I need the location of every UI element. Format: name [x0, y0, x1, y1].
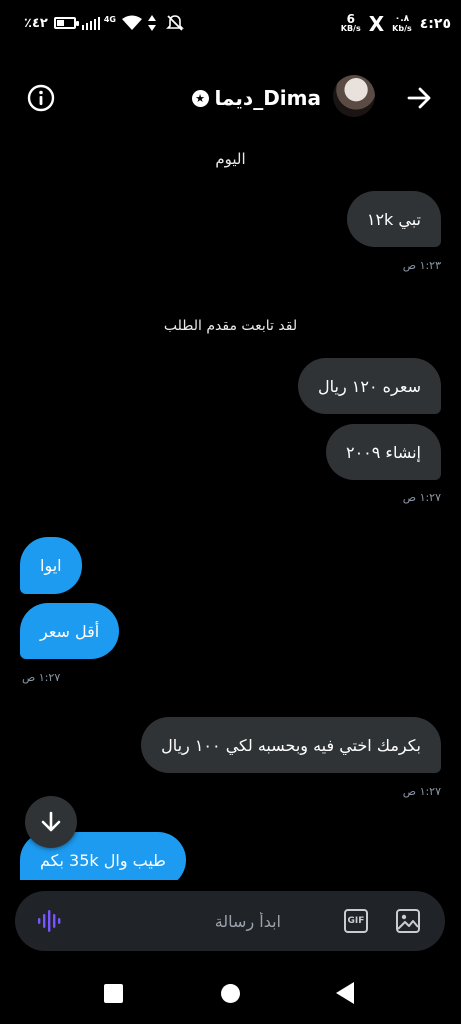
message-composer: GIF [15, 891, 445, 951]
message-bubble-sent[interactable]: إنشاء ٢٠٠٩ [325, 424, 441, 480]
battery-icon [53, 17, 79, 29]
message-timestamp: ١:٢٣ ص [402, 259, 441, 272]
net-speed-a-unit: KB/s [340, 24, 361, 33]
battery-percent: ٪٤٢ [24, 15, 48, 31]
message-timestamp: ١:٢٧ ص [22, 671, 61, 684]
net-speed-a: 6 KB/s [340, 12, 361, 33]
gif-icon[interactable]: GIF [344, 909, 368, 933]
wifi-icon [121, 15, 142, 30]
net-speed-b-unit: Kb/s [392, 24, 412, 33]
arrow-down-icon [41, 811, 61, 832]
date-separator: اليوم [215, 150, 246, 168]
system-nav-bar [0, 970, 461, 1020]
recents-icon[interactable] [104, 984, 123, 1003]
home-icon[interactable] [221, 984, 240, 1003]
conversation-header: ★ ديما_Dima [0, 70, 461, 126]
status-left: ٪٤٢ 4G [24, 14, 184, 32]
message-timestamp: ١:٢٧ ص [402, 491, 441, 504]
message-bubble-received[interactable]: ايوا [20, 537, 82, 594]
clock: ٤:٢٥ [419, 16, 451, 32]
avatar[interactable] [333, 75, 375, 117]
voice-message-icon[interactable] [37, 910, 61, 932]
verified-badge-icon: ★ [191, 89, 209, 107]
contact-name: ديما_Dima [214, 86, 322, 110]
net-speed-b-value: ٠.٨ [394, 14, 410, 24]
message-timestamp: ١:٢٧ ص [402, 785, 441, 798]
mute-bell-icon [166, 15, 184, 31]
info-icon[interactable] [26, 83, 56, 113]
net-speed-b: ٠.٨ Kb/s [392, 14, 412, 34]
message-input[interactable] [75, 905, 281, 937]
message-bubble-sent[interactable]: تبي ١٢k [346, 191, 441, 247]
message-bubble-received[interactable]: أقل سعر [20, 603, 120, 659]
message-bubble-sent[interactable]: بكرمك اختي فيه وبحسبه لكي ١٠٠ ريال [141, 717, 441, 773]
data-arrows-icon [147, 15, 156, 31]
system-note: لقد تابعت مقدم الطلب [163, 318, 298, 334]
back-arrow-icon[interactable] [405, 84, 433, 112]
status-bar: ٪٤٢ 4G 6 KB/s X ٠.٨ Kb/s ٤:٢٥ [0, 0, 461, 50]
signal-icon [81, 17, 100, 30]
conversation-title[interactable]: ★ ديما_Dima [191, 86, 322, 110]
status-right: 6 KB/s X ٠.٨ Kb/s ٤:٢٥ [341, 12, 451, 36]
message-bubble-sent[interactable]: سعره ١٢٠ ريال [298, 358, 441, 414]
network-type: 4G [103, 14, 116, 24]
image-icon[interactable] [395, 908, 421, 934]
x-logo-icon: X [368, 12, 385, 36]
scroll-to-bottom-button[interactable] [25, 796, 77, 848]
net-speed-a-value: 6 [346, 12, 355, 26]
nav-back-icon[interactable] [336, 982, 354, 1004]
